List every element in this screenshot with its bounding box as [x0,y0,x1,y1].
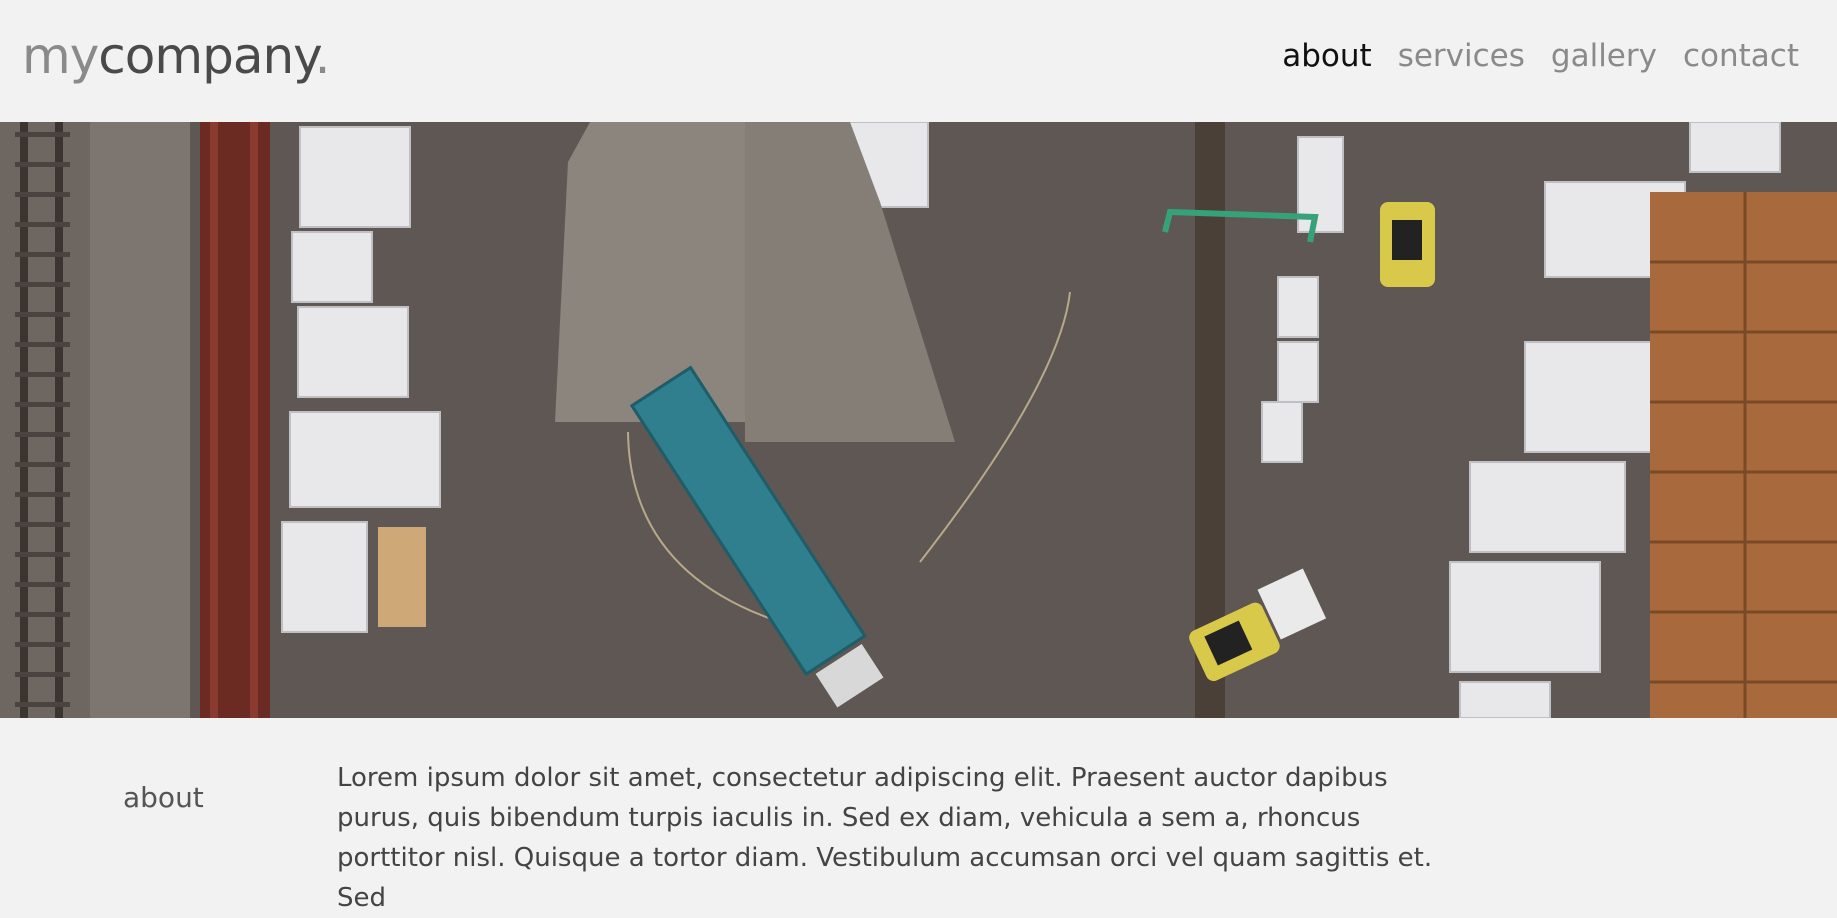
about-section: about Lorem ipsum dolor sit amet, consec… [0,718,1837,913]
nav-item-services[interactable]: services [1398,36,1525,76]
logo[interactable]: mycompany. [22,26,331,86]
nav-item-gallery[interactable]: gallery [1551,36,1657,76]
logo-dot: . [314,27,331,85]
hero-image [0,122,1837,718]
hero-aerial-illustration [0,122,1837,718]
logo-part-company: company [98,27,315,85]
site-header: mycompany. about services gallery contac… [0,0,1837,122]
section-label-about: about [123,781,204,814]
main-nav: about services gallery contact [1282,36,1799,76]
about-paragraph: Lorem ipsum dolor sit amet, consectetur … [337,763,1433,913]
nav-item-contact[interactable]: contact [1683,36,1799,76]
logo-part-my: my [22,27,99,85]
nav-item-about[interactable]: about [1282,36,1371,76]
